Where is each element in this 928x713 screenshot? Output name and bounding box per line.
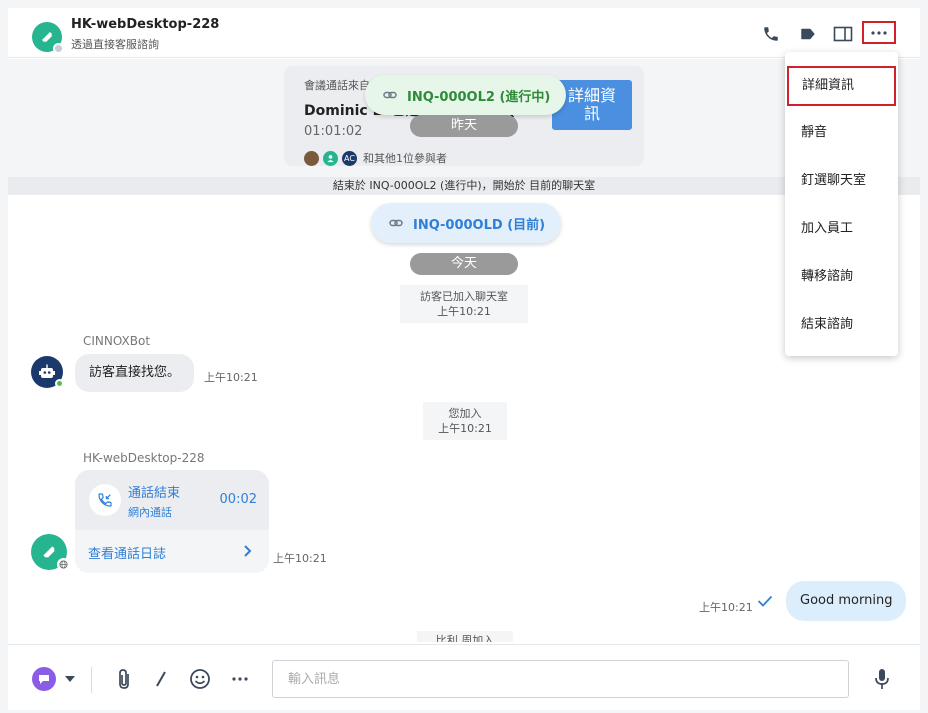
date-divider-yesterday: 昨天 (410, 115, 518, 137)
user-icon (327, 154, 334, 162)
message-timestamp: 上午10:21 (273, 552, 327, 565)
participant-avatar (304, 150, 319, 166)
previous-inquiry-zone: 會議通話來自 Dominic L. 已通話的諮詢 (INQ-00... 01:0… (8, 59, 920, 177)
call-title: 通話結束 (128, 486, 181, 501)
participant-avatar-initials: AC (342, 150, 357, 166)
link-icon (383, 88, 397, 102)
emoji-button[interactable] (188, 667, 212, 691)
bot-avatar (31, 356, 64, 388)
chat-title: HK-webDesktop-228 (71, 17, 220, 32)
sender-name-agent: HK-webDesktop-228 (83, 451, 205, 465)
tag-icon (801, 28, 815, 40)
chat-subtitle: 透過直接客服諮詢 (71, 38, 159, 51)
more-options-menu: 詳細資訊 靜音 釘選聊天室 加入員工 轉移諮詢 結束諮詢 (785, 52, 898, 356)
system-note-text: 您加入 (448, 407, 482, 420)
outgoing-message-bubble: Good morning (786, 581, 906, 621)
link-icon (389, 216, 403, 230)
inquiry-pill-label: INQ-000OLD (目前) (413, 217, 546, 233)
sender-name-bot: CINNOXBot (83, 334, 151, 348)
attach-button[interactable] (112, 667, 136, 691)
menu-item-mute[interactable]: 靜音 (785, 113, 898, 153)
microphone-icon (875, 669, 889, 689)
ticket-icon (42, 32, 52, 42)
conference-duration: 01:01:02 (304, 124, 363, 139)
view-call-log-label: 查看通話日誌 (88, 547, 167, 562)
more-horizontal-icon (232, 677, 248, 681)
menu-item-end-inquiry[interactable]: 結束諮詢 (785, 305, 898, 345)
chat-header: HK-webDesktop-228 透過直接客服諮詢 (8, 8, 920, 58)
message-list[interactable]: 會議通話來自 Dominic L. 已通話的諮詢 (INQ-00... 01:0… (8, 59, 920, 642)
system-note-time: 上午10:21 (438, 422, 492, 435)
panel-icon (833, 26, 853, 42)
side-panel-button[interactable] (831, 22, 855, 46)
inquiry-pill-label: INQ-000OL2 (進行中) (407, 89, 551, 105)
agent-avatar (31, 534, 70, 571)
conference-participants: AC 和其他1位參與者 (304, 150, 447, 166)
channel-avatar (32, 22, 64, 54)
tag-button[interactable] (796, 22, 820, 46)
message-timestamp: 上午10:21 (699, 601, 753, 614)
chat-window: HK-webDesktop-228 透過直接客服諮詢 會議通話來自 Domini… (8, 8, 920, 710)
online-dot (55, 379, 64, 388)
call-summary: 通話結束 網內通話 00:02 (75, 470, 269, 530)
inquiry-transition-note: 結束於 INQ-000OL2 (進行中)，開始於 目前的聊天室 (8, 177, 920, 195)
composer-bar (8, 644, 920, 710)
bot-message-bubble: 訪客直接找您。 (75, 354, 195, 392)
call-duration: 00:02 (219, 492, 257, 507)
ticket-icon (43, 546, 55, 558)
robot-icon (39, 364, 55, 378)
sent-check-icon (757, 595, 773, 607)
system-note-time: 上午10:21 (437, 305, 491, 318)
more-options-button[interactable] (862, 21, 896, 44)
call-ended-icon-wrap (89, 484, 121, 516)
slash-icon (156, 671, 166, 687)
phone-icon (764, 27, 778, 41)
message-timestamp: 上午10:21 (204, 371, 258, 384)
status-dot (53, 43, 64, 54)
channel-selector[interactable] (31, 667, 57, 691)
channel-dropdown-button[interactable] (63, 667, 77, 691)
menu-item-details[interactable]: 詳細資訊 (787, 66, 896, 106)
system-note-text: 訪客已加入聊天室 (420, 290, 508, 303)
message-input[interactable] (272, 660, 849, 698)
chevron-right-icon (244, 545, 252, 557)
other-participants: 和其他1位參與者 (363, 152, 447, 165)
menu-item-pin-chat[interactable]: 釘選聊天室 (785, 161, 898, 201)
participant-avatar (323, 150, 338, 166)
system-note-billy-joined: 比利 周加入 (417, 631, 513, 642)
inquiry-pill-active[interactable]: INQ-000OL2 (進行中) (365, 75, 567, 115)
globe-icon (57, 558, 70, 571)
call-type: 網內通話 (128, 506, 172, 519)
more-horizontal-icon (871, 30, 887, 35)
call-button[interactable] (759, 22, 783, 46)
missed-call-icon (98, 493, 112, 507)
caret-down-icon (65, 676, 75, 682)
slash-command-button[interactable] (151, 667, 171, 691)
call-ended-card: 通話結束 網內通話 00:02 查看通話日誌 (75, 470, 269, 573)
emoji-icon (190, 669, 210, 689)
voice-message-button[interactable] (870, 667, 894, 691)
chat-bubble-icon (32, 667, 56, 691)
conference-label: 會議通話來自 (304, 79, 370, 92)
inquiry-pill-current[interactable]: INQ-000OLD (目前) (371, 203, 562, 243)
date-divider-today: 今天 (410, 253, 518, 275)
system-note-visitor-joined: 訪客已加入聊天室 上午10:21 (400, 285, 528, 323)
paperclip-icon (119, 669, 129, 689)
view-call-log-link[interactable]: 查看通話日誌 (75, 530, 269, 573)
composer-divider (91, 667, 92, 693)
menu-item-transfer-inquiry[interactable]: 轉移諮詢 (785, 257, 898, 297)
more-composer-options-button[interactable] (230, 667, 250, 691)
menu-item-add-staff[interactable]: 加入員工 (785, 209, 898, 249)
system-note-you-joined: 您加入 上午10:21 (423, 402, 507, 440)
